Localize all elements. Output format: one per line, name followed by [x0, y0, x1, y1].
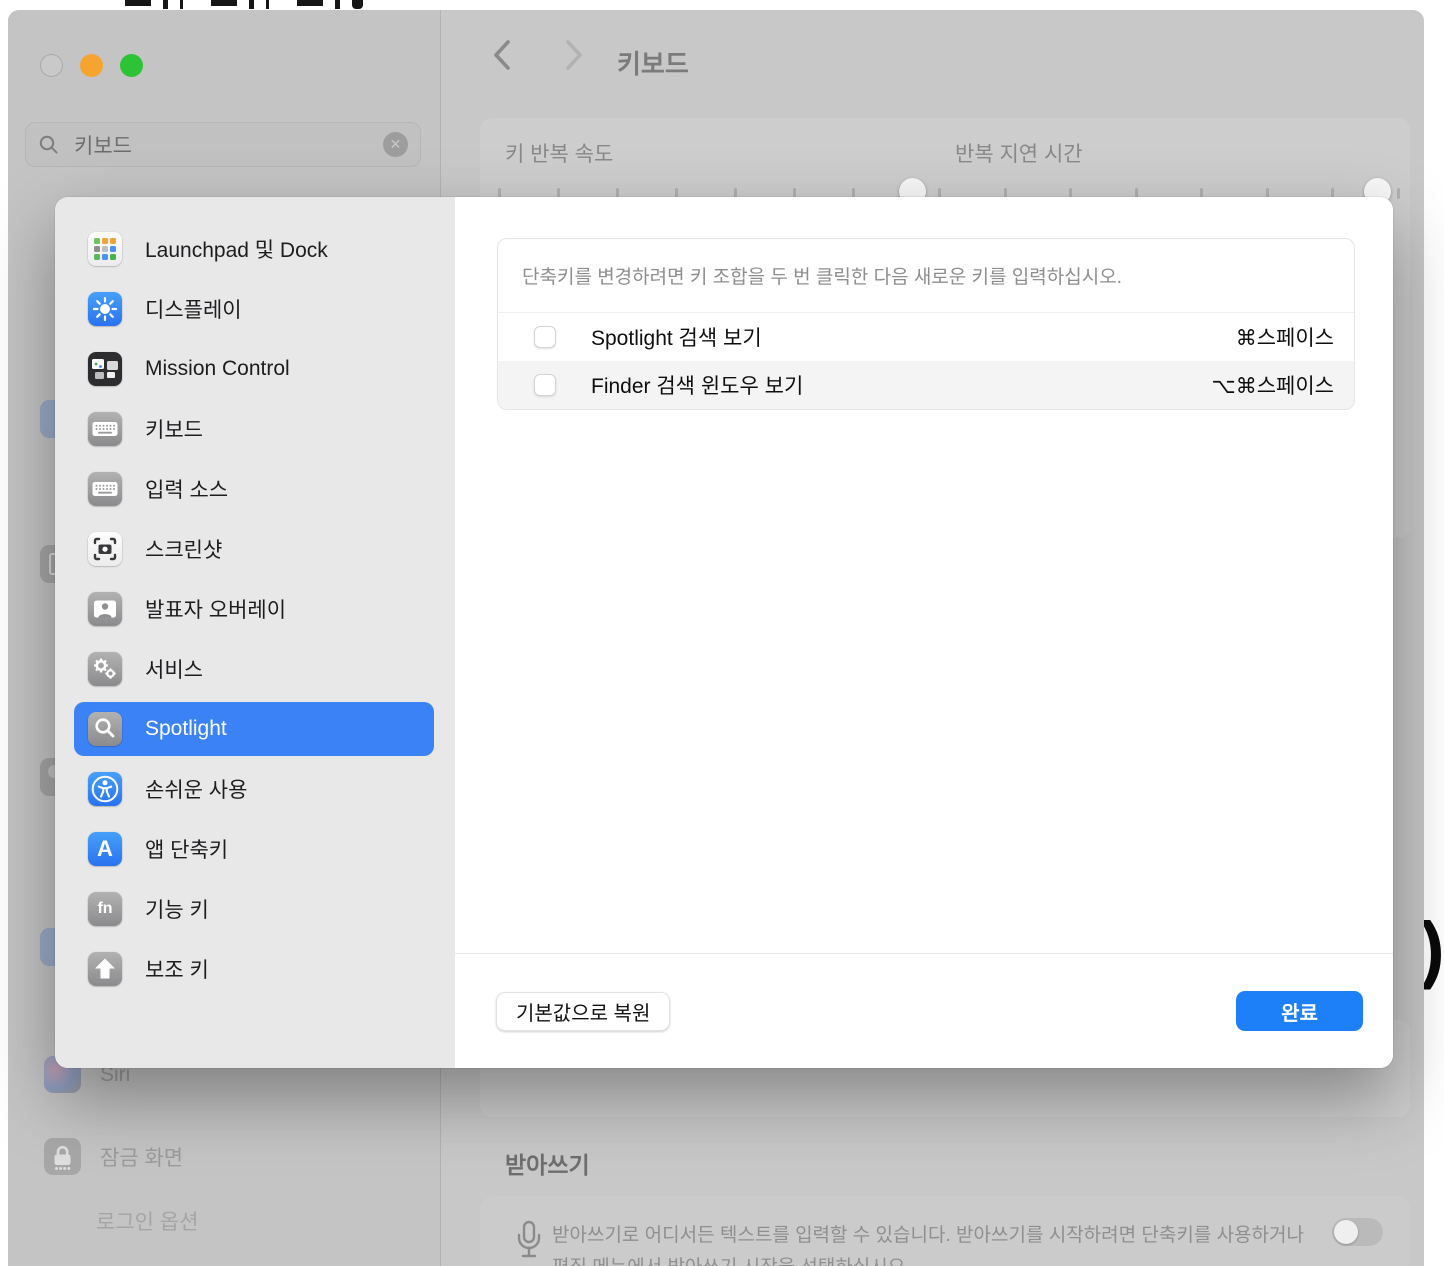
shortcut-row-spotlight-search[interactable]: Spotlight 검색 보기 ⌘스페이스 [498, 313, 1354, 361]
sidebar-item-lock-screen[interactable]: 잠금 화면 [44, 1138, 183, 1175]
dictation-description-line1: 받아쓰기로 어디서든 텍스트를 입력할 수 있습니다. 받아쓰기를 시작하려면 … [552, 1220, 1304, 1247]
sidebar-item-app-shortcuts[interactable]: A 앱 단축키 [74, 822, 434, 876]
spotlight-icon [88, 712, 122, 746]
search-icon [38, 134, 60, 156]
key-repeat-label: 키 반복 속도 [505, 138, 613, 168]
shortcut-row-finder-search[interactable]: Finder 검색 윈도우 보기 ⌥⌘스페이스 [498, 361, 1354, 409]
sidebar-item-screenshots[interactable]: 스크린샷 [74, 522, 434, 576]
screen: ) 키보드 ✕ 키보드 키 반복 속도 반복 [0, 0, 1444, 1266]
keyboard-icon [88, 412, 122, 446]
dictation-toggle[interactable] [1332, 1218, 1383, 1246]
sidebar-item-modifier-keys[interactable]: 보조 키 [74, 942, 434, 996]
dictation-description-line2: 편집 메뉴에서 받아쓰기 시작을 선택하십시오. [552, 1252, 911, 1266]
display-icon [88, 292, 122, 326]
sidebar-item-label: Spotlight [145, 717, 227, 741]
sidebar-item-mission-control[interactable]: Mission Control [74, 342, 434, 396]
search-input[interactable]: 키보드 ✕ [25, 122, 421, 167]
sidebar-item-label: 앱 단축키 [145, 834, 228, 864]
modifier-keys-icon [88, 952, 122, 986]
done-button[interactable]: 완료 [1236, 991, 1363, 1031]
sidebar-item-label: 보조 키 [145, 954, 209, 984]
sidebar-item-label: 기능 키 [145, 894, 209, 924]
minimize-button[interactable] [80, 54, 103, 77]
mission-control-icon [88, 352, 122, 386]
launchpad-icon [88, 232, 122, 266]
clear-icon[interactable]: ✕ [383, 132, 408, 157]
lock-icon [44, 1138, 81, 1175]
page-title: 키보드 [617, 44, 689, 81]
toggle-knob [1334, 1220, 1358, 1244]
window-header: 키보드 [441, 10, 1424, 110]
sidebar-item-presenter-overlay[interactable]: 발표자 오버레이 [74, 582, 434, 636]
shortcut-value[interactable]: ⌘스페이스 [1236, 322, 1334, 352]
keyboard-shortcuts-sheet: Launchpad 및 Dock 디스플레이 [55, 197, 1393, 1068]
footer-divider [455, 953, 1393, 954]
sidebar-item-keyboard[interactable]: 키보드 [74, 402, 434, 456]
sidebar-item-login-options[interactable]: 로그인 옵션 [96, 1206, 198, 1236]
accessibility-icon [88, 772, 122, 806]
checkbox[interactable] [534, 326, 556, 348]
close-button[interactable] [40, 54, 63, 77]
repeat-delay-label: 반복 지연 시간 [955, 138, 1083, 168]
screenshot-icon [88, 532, 122, 566]
sidebar-item-launchpad-dock[interactable]: Launchpad 및 Dock [74, 222, 434, 276]
microphone-icon [516, 1218, 542, 1266]
desktop-text-fragments [125, 0, 395, 10]
sidebar-item-label: Mission Control [145, 357, 290, 381]
sidebar-item-accessibility[interactable]: 손쉬운 사용 [74, 762, 434, 816]
sidebar-item-label: 잠금 화면 [100, 1142, 183, 1172]
dictation-card: 받아쓰기로 어디서든 텍스트를 입력할 수 있습니다. 받아쓰기를 시작하려면 … [480, 1196, 1410, 1266]
shortcuts-sidebar: Launchpad 및 Dock 디스플레이 [55, 197, 455, 1068]
forward-button[interactable] [563, 38, 585, 77]
input-sources-icon [88, 472, 122, 506]
instruction-text: 단축키를 변경하려면 키 조합을 두 번 클릭한 다음 새로운 키를 입력하십시… [498, 239, 1354, 313]
app-shortcuts-icon: A [88, 832, 122, 866]
shortcuts-panel: 단축키를 변경하려면 키 조합을 두 번 클릭한 다음 새로운 키를 입력하십시… [497, 238, 1355, 410]
sidebar-item-label: 서비스 [145, 654, 203, 684]
restore-defaults-button[interactable]: 기본값으로 복원 [496, 992, 670, 1031]
sidebar-item-services[interactable]: 서비스 [74, 642, 434, 696]
dictation-heading: 받아쓰기 [505, 1146, 590, 1180]
sidebar-item-label: 발표자 오버레이 [145, 594, 286, 624]
checkbox[interactable] [534, 374, 556, 396]
sidebar-item-label: 손쉬운 사용 [145, 774, 247, 804]
shortcut-label: Spotlight 검색 보기 [591, 322, 762, 352]
zoom-button[interactable] [120, 54, 143, 77]
sidebar-item-input-sources[interactable]: 입력 소스 [74, 462, 434, 516]
sidebar-item-spotlight[interactable]: Spotlight [74, 702, 434, 756]
shortcut-label: Finder 검색 윈도우 보기 [591, 370, 803, 400]
shortcuts-content: 단축키를 변경하려면 키 조합을 두 번 클릭한 다음 새로운 키를 입력하십시… [455, 197, 1393, 1068]
fn-key-icon: fn [88, 892, 122, 926]
sidebar-item-label: Launchpad 및 Dock [145, 234, 328, 264]
sidebar-item-function-keys[interactable]: fn 기능 키 [74, 882, 434, 936]
back-button[interactable] [491, 38, 513, 77]
shortcut-value[interactable]: ⌥⌘스페이스 [1212, 370, 1334, 400]
presenter-overlay-icon [88, 592, 122, 626]
traffic-lights [40, 54, 143, 77]
sidebar-item-label: 디스플레이 [145, 294, 242, 324]
services-icon [88, 652, 122, 686]
sidebar-item-displays[interactable]: 디스플레이 [74, 282, 434, 336]
search-value: 키보드 [74, 130, 132, 160]
sidebar-item-label: 키보드 [145, 414, 203, 444]
sidebar-item-label: 입력 소스 [145, 474, 228, 504]
sidebar-item-label: 스크린샷 [145, 534, 222, 564]
